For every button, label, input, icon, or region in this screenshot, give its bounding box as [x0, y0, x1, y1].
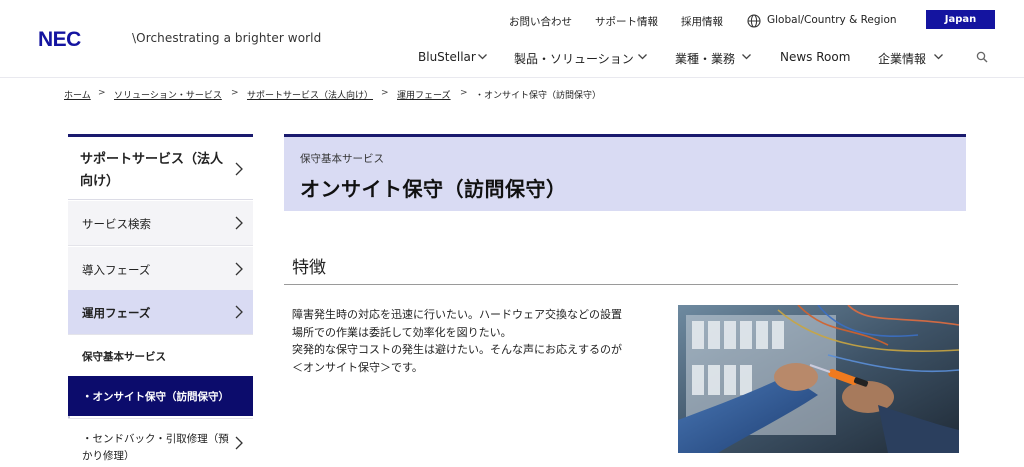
- sidebar-item-sendback-repair[interactable]: ・センドバック・引取修理（預かり修理）: [68, 418, 253, 467]
- nav-blustellar[interactable]: BluStellar: [418, 50, 476, 64]
- page-title: オンサイト保守（訪問保守）: [300, 177, 567, 201]
- chevron-right-icon: [235, 262, 243, 276]
- sidebar-subheading-label: 保守基本サービス: [82, 351, 166, 363]
- nav-products-solutions[interactable]: 製品・ソリューション: [514, 50, 634, 67]
- chevron-right-icon: [235, 162, 243, 176]
- sidebar-subheading[interactable]: 保守基本サービス: [68, 336, 253, 374]
- region-japan-button[interactable]: Japan: [926, 10, 995, 29]
- sidebar-heading[interactable]: サポートサービス（法人向け）: [68, 134, 253, 200]
- globe-icon: [747, 14, 761, 28]
- paragraph-line: 障害発生時の対応を迅速に行いたい。ハードウェア交換などの設置: [292, 308, 622, 321]
- svg-text:NEC: NEC: [38, 28, 81, 48]
- nav-corporate-info[interactable]: 企業情報: [878, 50, 926, 67]
- sidebar-item-introduction-phase[interactable]: 導入フェーズ: [68, 247, 253, 292]
- section-divider: [284, 284, 958, 285]
- sidebar-item-label: ・オンサイト保守（訪問保守）: [82, 391, 229, 403]
- technician-photo: [678, 305, 959, 453]
- page-title-panel: 保守基本サービス オンサイト保守（訪問保守）: [284, 134, 966, 211]
- sidebar-item-service-search[interactable]: サービス検索: [68, 201, 253, 246]
- contact-link[interactable]: お問い合わせ: [509, 14, 572, 29]
- feature-paragraph: 障害発生時の対応を迅速に行いたい。ハードウェア交換などの設置 場所での作業は委託…: [292, 306, 662, 376]
- support-info-link[interactable]: サポート情報: [595, 14, 658, 29]
- chevron-down-icon: [478, 54, 487, 60]
- breadcrumb-support-services[interactable]: サポートサービス（法人向け）: [247, 88, 373, 101]
- breadcrumb-solutions[interactable]: ソリューション・サービス: [114, 88, 222, 101]
- paragraph-line: ＜オンサイト保守＞です。: [292, 360, 423, 374]
- sidebar-heading-label: サポートサービス（法人向け）: [80, 152, 224, 189]
- nec-logo[interactable]: NEC: [38, 28, 116, 48]
- careers-link[interactable]: 採用情報: [681, 14, 723, 29]
- sidebar-item-label: ・センドバック・引取修理（預かり修理）: [82, 433, 229, 462]
- paragraph-line: 場所での作業は委託して効率化を図りたい。: [292, 325, 512, 339]
- page-category: 保守基本サービス: [300, 153, 384, 165]
- chevron-right-icon: [235, 436, 243, 450]
- sidebar-item-label: 運用フェーズ: [82, 306, 151, 320]
- sidebar-item-onsite-maintenance[interactable]: ・オンサイト保守（訪問保守）: [68, 376, 253, 416]
- breadcrumb-separator: >: [460, 88, 468, 98]
- search-icon[interactable]: [976, 51, 988, 63]
- global-region-link[interactable]: Global/Country & Region: [767, 14, 897, 26]
- sidebar-item-label: 導入フェーズ: [82, 263, 151, 277]
- chevron-right-icon: [235, 305, 243, 319]
- breadcrumb-separator: >: [231, 88, 239, 98]
- breadcrumb-current: ・オンサイト保守（訪問保守）: [475, 91, 602, 101]
- site-header: NEC \Orchestrating a brighter world お問い合…: [0, 0, 1024, 78]
- nav-industries[interactable]: 業種・業務: [675, 50, 735, 67]
- chevron-down-icon: [934, 54, 943, 60]
- paragraph-line: 突発的な保守コストの発生は避けたい。そんな声にお応えするのが: [292, 343, 622, 356]
- chevron-down-icon: [742, 54, 751, 60]
- chevron-right-icon: [235, 216, 243, 230]
- chevron-down-icon: [638, 54, 647, 60]
- brand-tagline: \Orchestrating a brighter world: [132, 31, 322, 45]
- sidebar-item-operation-phase[interactable]: 運用フェーズ: [68, 290, 253, 335]
- breadcrumb-home[interactable]: ホーム: [64, 88, 91, 101]
- nav-news-room[interactable]: News Room: [780, 50, 850, 64]
- sidebar-item-label: サービス検索: [82, 217, 151, 231]
- section-title: 特徴: [292, 258, 326, 278]
- breadcrumb-operation-phase[interactable]: 運用フェーズ: [397, 88, 451, 101]
- breadcrumb-separator: >: [381, 88, 389, 98]
- breadcrumb-separator: >: [98, 88, 106, 98]
